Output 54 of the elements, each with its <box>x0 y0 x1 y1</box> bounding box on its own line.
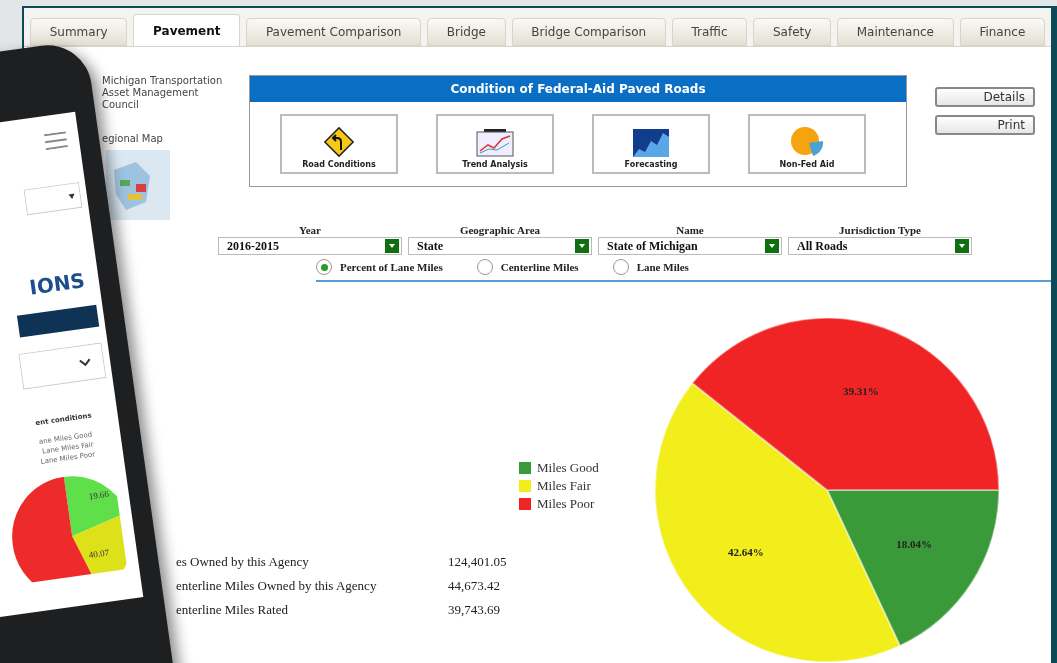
filter-label: Name <box>676 224 704 237</box>
section-heading: IONS <box>28 270 86 298</box>
radio-label: Lane Miles <box>636 260 689 275</box>
stat-value: 124,401.05 <box>448 553 507 572</box>
radio-button[interactable] <box>476 259 493 276</box>
action-button[interactable]: Print <box>935 115 1035 135</box>
legend-label: Miles Good <box>537 459 599 476</box>
stat-value: 44,673.42 <box>448 577 500 596</box>
chevron-down-icon <box>78 358 91 367</box>
legend-label: Miles Fair <box>537 477 591 494</box>
panel-title: Condition of Federal-Aid Paved Roads <box>250 76 906 102</box>
tab[interactable]: Safety <box>753 18 832 46</box>
line-chart-icon <box>475 129 515 159</box>
report-tile[interactable]: Road Conditions <box>280 114 398 174</box>
radio-button[interactable] <box>612 259 629 276</box>
tab[interactable]: Summary <box>30 18 128 46</box>
slice-value-label: 42.64% <box>728 546 764 558</box>
tab[interactable]: Bridge <box>427 18 506 46</box>
map-label: egional Map <box>102 132 164 146</box>
radio-label: Percent of Lane Miles <box>340 260 443 275</box>
area-chart-icon <box>631 127 671 159</box>
tab[interactable]: Maintenance <box>837 18 954 46</box>
tab[interactable]: Finance <box>959 18 1045 46</box>
stat-label: enterline Miles Rated <box>176 601 289 620</box>
slice-value-label: 19.66 <box>88 488 110 502</box>
filter-label: Jurisdiction Type <box>839 224 921 237</box>
filter-select[interactable]: State of Michigan <box>598 237 782 255</box>
legend-label: Miles Poor <box>537 495 595 512</box>
report-tile[interactable]: Non-Fed Aid <box>748 114 866 174</box>
tab[interactable]: Bridge Comparison <box>511 18 666 46</box>
stat-label: enterline Miles Owned by this Agency <box>176 577 378 596</box>
filter-select[interactable]: State <box>408 237 592 255</box>
action-button[interactable]: Details <box>935 87 1035 107</box>
organization-name: Michigan Transportation Asset Management Council <box>102 75 224 111</box>
menu-icon[interactable] <box>43 131 68 151</box>
slice-value-label: 39.31% <box>843 384 879 397</box>
radio-label: Centerline Miles <box>500 260 579 275</box>
tab[interactable]: Traffic <box>671 18 748 46</box>
filter-select[interactable]: 2016-2015 <box>218 237 402 255</box>
caret-icon <box>68 193 75 199</box>
filter-label: Year <box>299 224 321 237</box>
tab[interactable]: Pavement <box>133 14 241 46</box>
stat-label: es Owned by this Agency <box>176 553 310 572</box>
filter-select[interactable]: All Roads <box>788 237 972 255</box>
slice-value-label: 40.07 <box>88 546 110 560</box>
report-tile[interactable]: Trend Analysis <box>436 114 554 174</box>
slice-value-label: 18.04% <box>896 537 932 550</box>
tab[interactable]: Pavement Comparison <box>246 18 422 46</box>
report-tile[interactable]: Forecasting <box>592 114 710 174</box>
pie-chart-icon <box>789 125 825 159</box>
radio-button[interactable] <box>316 259 332 276</box>
stat-value: 39,743.69 <box>448 601 500 620</box>
filter-label: Geographic Area <box>459 224 541 237</box>
map-thumbnail[interactable] <box>106 150 170 220</box>
